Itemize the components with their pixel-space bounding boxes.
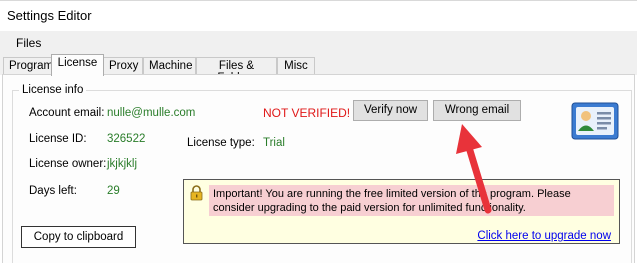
lock-icon [190, 185, 203, 201]
license-owner-value: jkjkjklj [107, 158, 138, 170]
license-type-value: Trial [263, 137, 285, 149]
days-left-label: Days left: [29, 185, 77, 197]
title-bar-border [0, 0, 637, 1]
license-id-label: License ID: [29, 133, 87, 145]
license-id-value: 326522 [107, 133, 146, 145]
upgrade-notice: Important! You are running the free limi… [183, 179, 620, 244]
wrong-email-button[interactable]: Wrong email [433, 100, 521, 121]
menu-bar: Files [0, 31, 637, 53]
license-type-label: License type: [187, 137, 255, 149]
account-email-value: nulle@mulle.com [107, 107, 196, 119]
menu-files[interactable]: Files [16, 36, 41, 50]
tab-license[interactable]: License [51, 54, 104, 76]
title-bar: Settings Editor [0, 0, 637, 31]
id-card-icon [571, 102, 619, 140]
upgrade-link[interactable]: Click here to upgrade now [477, 230, 611, 242]
notice-message: Important! You are running the free limi… [213, 188, 571, 214]
account-email-label: Account email: [29, 107, 105, 119]
license-owner-label: License owner: [29, 158, 107, 170]
tab-strip: Program License Proxy Machine Files & Fo… [0, 53, 637, 84]
license-info-group-title: License info [19, 84, 87, 96]
window-title: Settings Editor [7, 8, 92, 23]
verify-now-button[interactable]: Verify now [353, 100, 428, 121]
days-left-value: 29 [107, 185, 120, 197]
copy-to-clipboard-button[interactable]: Copy to clipboard [21, 226, 136, 248]
verification-status: NOT VERIFIED! [263, 106, 351, 120]
